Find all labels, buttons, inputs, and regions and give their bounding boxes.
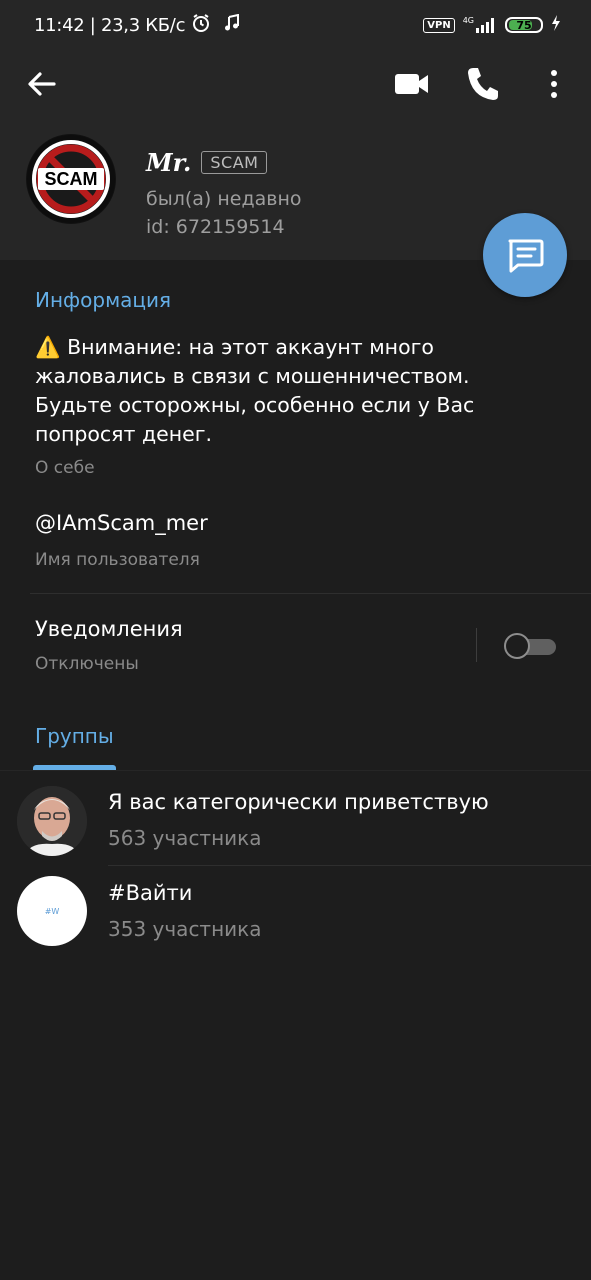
last-seen-status: был(а) недавно — [146, 188, 302, 210]
vpn-badge: VPN — [423, 17, 455, 33]
arrow-left-icon — [28, 72, 56, 96]
group-item[interactable]: Я вас категорически приветствую 563 учас… — [0, 774, 591, 866]
profile-name-row: Mr. SCAM — [146, 148, 268, 177]
charging-icon — [551, 15, 561, 35]
group-avatar: #W — [17, 876, 87, 946]
message-fab-button[interactable] — [483, 213, 567, 297]
username-value[interactable]: @IAmScam_mer — [35, 511, 208, 535]
warning-icon: ⚠️ — [35, 335, 61, 359]
status-right: VPN 4G 75 — [423, 15, 561, 35]
tab-divider — [0, 770, 591, 771]
username-label: Имя пользователя — [35, 550, 200, 570]
more-options-button[interactable] — [544, 64, 564, 104]
group-name: #Вайти — [108, 881, 193, 905]
tab-groups[interactable]: Группы — [35, 724, 114, 748]
battery-percent: 75 — [516, 18, 532, 32]
network-type: 4G — [462, 16, 474, 25]
group-members: 353 участника — [108, 917, 262, 941]
profile-avatar[interactable]: SCAM — [26, 134, 116, 224]
notifications-separator — [476, 628, 477, 662]
status-left: 11:42 | 23,3 КБ/с — [34, 13, 241, 38]
info-section-title: Информация — [35, 288, 172, 312]
music-icon — [223, 13, 241, 37]
video-camera-icon — [395, 74, 428, 94]
group-members: 563 участника — [108, 826, 262, 850]
battery-icon: 75 — [505, 17, 543, 33]
toggle-knob — [504, 633, 530, 659]
notifications-status: Отключены — [35, 654, 139, 674]
bio-content: Внимание: на этот аккаунт много жаловали… — [35, 335, 475, 446]
divider — [30, 593, 591, 594]
notifications-toggle[interactable] — [504, 632, 556, 660]
voice-call-button[interactable] — [465, 64, 499, 102]
chat-bubble-icon — [508, 239, 544, 273]
signal-icon: 4G — [463, 17, 497, 33]
scam-badge: SCAM — [201, 151, 268, 174]
status-bar: 11:42 | 23,3 КБ/с VPN 4G 75 — [0, 0, 591, 50]
notifications-title[interactable]: Уведомления — [35, 617, 183, 641]
back-button[interactable] — [22, 66, 62, 102]
group-avatar — [17, 786, 87, 856]
video-call-button[interactable] — [393, 68, 431, 100]
group-avatar-text: #W — [44, 906, 60, 916]
more-vertical-icon — [551, 70, 557, 98]
group-item[interactable]: #W #Вайти 353 участника — [0, 866, 591, 958]
status-time-speed: 11:42 | 23,3 КБ/с — [34, 15, 186, 36]
group-name: Я вас категорически приветствую — [108, 790, 489, 814]
bio-label: О себе — [35, 458, 95, 478]
bio-text[interactable]: ⚠️ Внимание: на этот аккаунт много жалов… — [35, 333, 535, 449]
alarm-icon — [191, 13, 211, 38]
user-id: id: 672159514 — [146, 216, 285, 238]
phone-icon — [468, 68, 498, 100]
profile-name: Mr. — [146, 148, 192, 177]
avatar-text: SCAM — [45, 169, 98, 189]
